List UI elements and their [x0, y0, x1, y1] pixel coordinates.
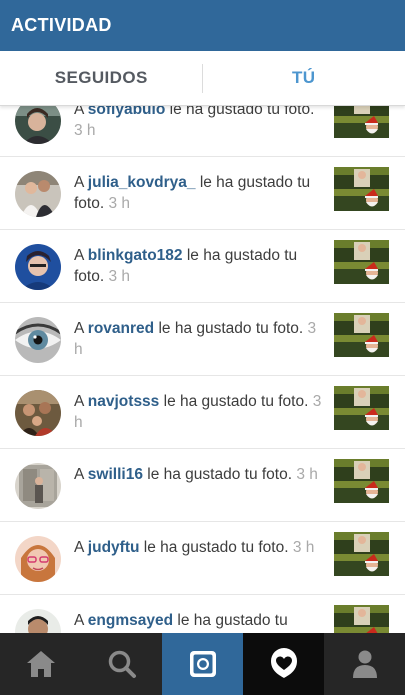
profile-icon: [352, 650, 377, 678]
activity-tabs: SEGUIDOS TÚ: [0, 51, 405, 106]
post-thumbnail[interactable]: [334, 240, 389, 284]
activity-prefix: A: [74, 612, 84, 629]
tab-following[interactable]: SEGUIDOS: [0, 51, 203, 105]
activity-time: 3 h: [296, 466, 318, 483]
nav-activity-button[interactable]: [243, 633, 324, 695]
bottom-navigation: [0, 633, 405, 695]
activity-screen: ACTIVIDAD SEGUIDOS TÚ A sofiyabulo le ha…: [0, 0, 405, 695]
activity-item[interactable]: A julia_kovdrya_ le ha gustado tu foto. …: [0, 157, 405, 230]
username-link[interactable]: blinkgato182: [88, 247, 183, 264]
post-thumbnail[interactable]: [334, 167, 389, 211]
activity-prefix: A: [74, 539, 84, 556]
camera-icon: [189, 651, 216, 677]
activity-item[interactable]: A rovanred le ha gustado tu foto. 3 h: [0, 303, 405, 376]
activity-message: le ha gustado tu foto.: [158, 320, 304, 337]
username-link[interactable]: judyftu: [88, 539, 140, 556]
username-link[interactable]: swilli16: [88, 466, 143, 483]
post-thumbnail[interactable]: [334, 532, 389, 576]
activity-time: 3 h: [108, 195, 131, 212]
activity-time: 3 h: [74, 122, 96, 139]
activity-prefix: A: [74, 393, 84, 410]
activity-prefix: A: [74, 247, 84, 264]
activity-text: A julia_kovdrya_ le ha gustado tu foto. …: [74, 172, 326, 214]
post-thumbnail[interactable]: [334, 459, 389, 503]
header-bar: ACTIVIDAD: [0, 0, 405, 51]
avatar[interactable]: [15, 536, 61, 582]
avatar[interactable]: [15, 317, 61, 363]
search-icon: [108, 650, 136, 678]
avatar[interactable]: [15, 244, 61, 290]
username-link[interactable]: engmsayed: [88, 612, 173, 629]
avatar[interactable]: [15, 390, 61, 436]
activity-text: A rovanred le ha gustado tu foto. 3 h: [74, 318, 326, 360]
avatar[interactable]: [15, 171, 61, 217]
activity-text: A navjotsss le ha gustado tu foto. 3 h: [74, 391, 326, 433]
home-icon: [26, 651, 55, 677]
activity-list: A sofiyabulo le ha gustado tu foto. 3 h …: [0, 84, 405, 668]
activity-message: le ha gustado tu: [177, 612, 288, 629]
activity-time: 3 h: [108, 268, 131, 285]
activity-message: le ha gustado tu foto.: [143, 539, 289, 556]
activity-item[interactable]: A judyftu le ha gustado tu foto. 3 h: [0, 522, 405, 595]
activity-message: le ha gustado tu foto.: [163, 393, 309, 410]
activity-text: A blinkgato182 le ha gustado tu foto. 3 …: [74, 245, 326, 287]
avatar[interactable]: [15, 463, 61, 509]
tab-divider: [202, 64, 203, 93]
post-thumbnail[interactable]: [334, 313, 389, 357]
nav-camera-button[interactable]: [162, 633, 243, 695]
activity-text: A engmsayed le ha gustado tu: [74, 610, 326, 631]
tab-you[interactable]: TÚ: [203, 51, 405, 105]
activity-heart-icon: [270, 648, 297, 678]
activity-item[interactable]: A blinkgato182 le ha gustado tu foto. 3 …: [0, 230, 405, 303]
nav-search-button[interactable]: [81, 633, 162, 695]
activity-item[interactable]: A swilli16 le ha gustado tu foto. 3 h: [0, 449, 405, 522]
username-link[interactable]: navjotsss: [88, 393, 160, 410]
page-title: ACTIVIDAD: [11, 15, 112, 35]
activity-prefix: A: [74, 174, 84, 191]
username-link[interactable]: julia_kovdrya_: [88, 174, 196, 191]
activity-prefix: A: [74, 466, 84, 483]
activity-prefix: A: [74, 320, 84, 337]
nav-profile-button[interactable]: [324, 633, 405, 695]
post-thumbnail[interactable]: [334, 386, 389, 430]
username-link[interactable]: rovanred: [88, 320, 154, 337]
activity-item[interactable]: A navjotsss le ha gustado tu foto. 3 h: [0, 376, 405, 449]
activity-time: 3 h: [292, 539, 315, 556]
activity-text: A judyftu le ha gustado tu foto. 3 h: [74, 537, 326, 558]
activity-message: le ha gustado tu foto.: [147, 466, 293, 483]
activity-text: A swilli16 le ha gustado tu foto. 3 h: [74, 464, 326, 485]
nav-home-button[interactable]: [0, 633, 81, 695]
